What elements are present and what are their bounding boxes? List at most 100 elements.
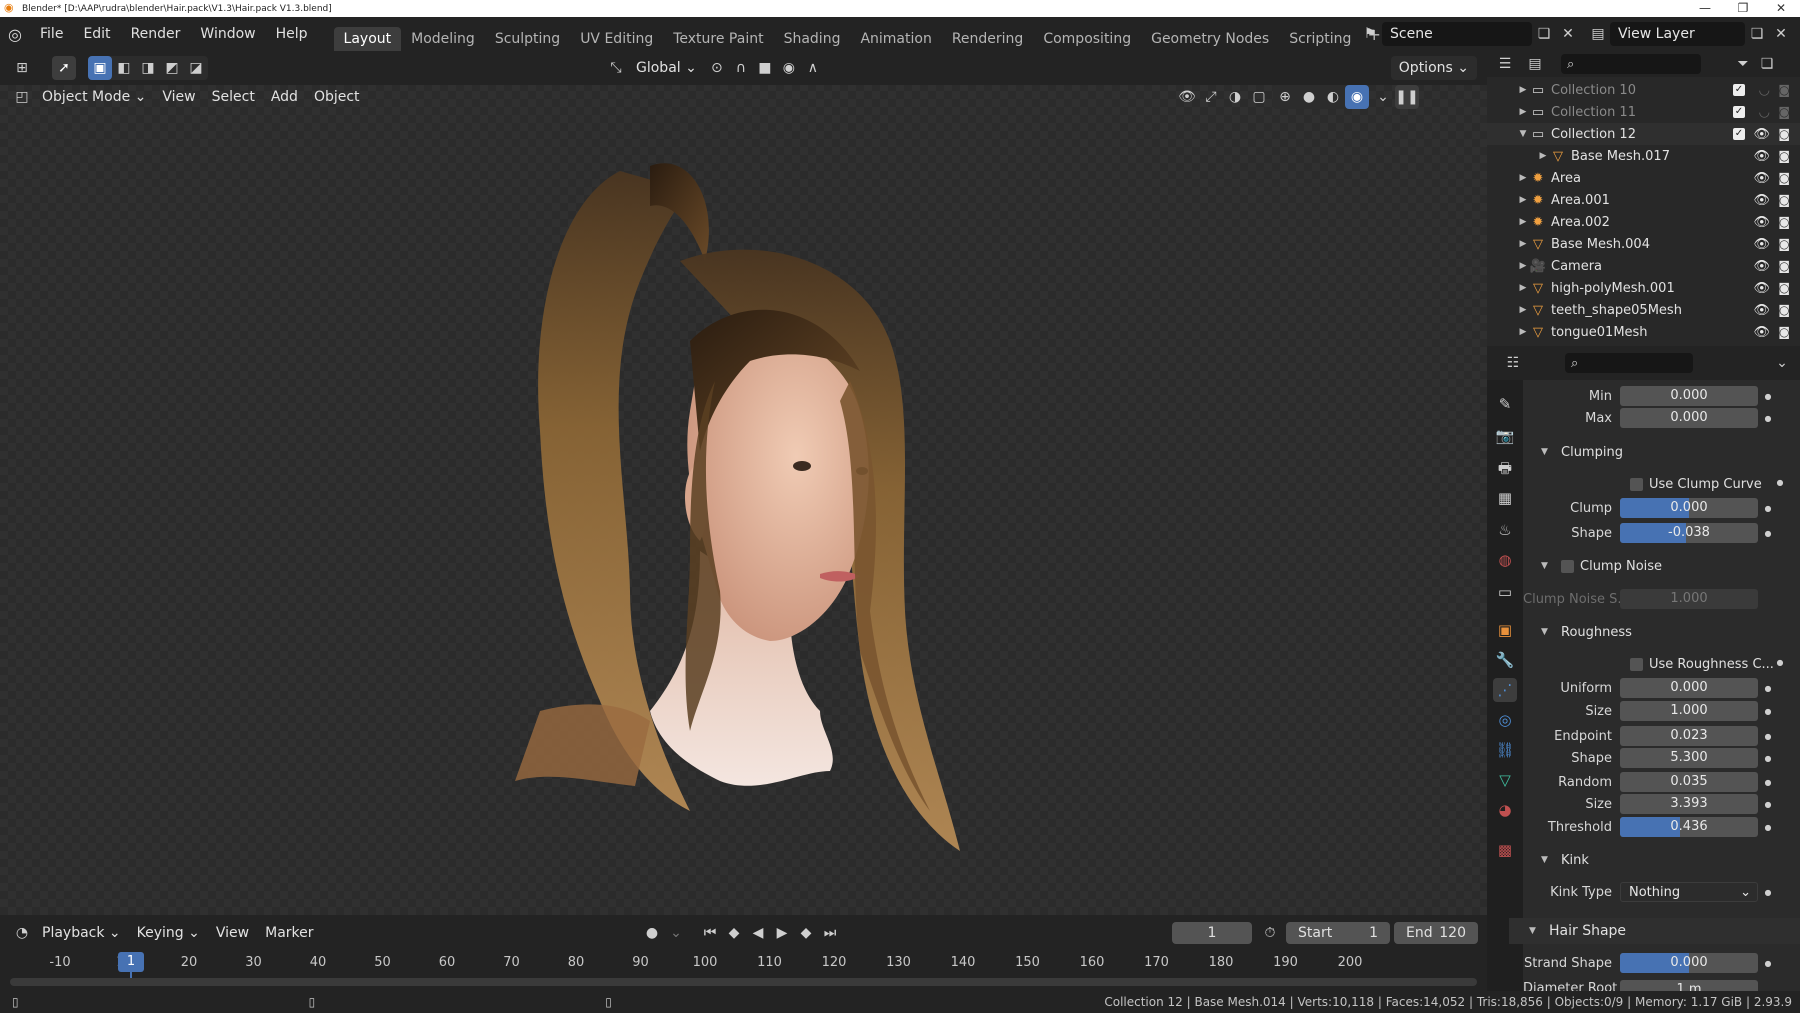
minimize-button[interactable]: — [1686,0,1724,17]
collapse-icon[interactable]: ▼ [1517,129,1529,139]
kink-panel-header[interactable]: ▼ Kink [1523,847,1800,873]
timeline-scrollbar[interactable] [10,978,1477,986]
expand-icon[interactable]: ▶ [1537,151,1549,161]
collection-tab-icon[interactable]: ▭ [1493,580,1517,604]
select-menu[interactable]: Select [204,85,263,109]
select-mode-difference-icon[interactable]: ◩ [160,56,184,80]
options-dropdown[interactable]: Options ⌄ [1390,56,1477,80]
new-view-layer-icon[interactable]: ❏ [1745,22,1769,46]
expand-icon[interactable]: ▶ [1517,283,1529,293]
world-tab-icon[interactable]: ◍ [1493,548,1517,572]
tab-modeling[interactable]: Modeling [401,27,485,51]
keyframe-dot-icon[interactable]: ● [1758,823,1778,832]
menu-help[interactable]: Help [266,26,318,42]
tab-texture-paint[interactable]: Texture Paint [663,27,773,51]
close-window-button[interactable]: ✕ [1762,0,1800,17]
play-reverse-icon[interactable]: ◀ [746,921,770,945]
scene-name-field[interactable]: Scene [1382,22,1532,46]
properties-options-icon[interactable]: ⌄ [1770,351,1794,375]
blender-menu-icon[interactable]: ◎ [0,25,30,44]
select-mode-subtract-icon[interactable]: ◨ [136,56,160,80]
strand-shape-slider[interactable]: 0.000 [1620,953,1758,973]
output-tab-icon[interactable]: 🖶 [1493,456,1517,480]
keyframe-dot-icon[interactable]: ● [1758,778,1778,787]
visibility-eye-icon[interactable]: 👁 [1753,149,1770,164]
transform-orientation-dropdown[interactable]: Global ⌄ [628,56,705,80]
editor-type-icon[interactable]: ⊞ [10,56,34,80]
diameter-root-field[interactable]: 1 m [1620,980,1758,991]
keyframe-dot-icon[interactable]: ● [1770,658,1790,667]
max-field[interactable]: 0.000 [1620,408,1758,428]
texture-tab-icon[interactable]: ▩ [1493,838,1517,862]
visibility-eye-icon[interactable]: 👁 [1753,171,1770,186]
menu-edit[interactable]: Edit [73,26,120,42]
select-mode-intersect-icon[interactable]: ◪ [184,56,208,80]
tab-rendering[interactable]: Rendering [942,27,1034,51]
particles-tab-icon[interactable]: ⋰ [1493,678,1517,702]
start-frame-field[interactable]: Start 1 [1286,922,1390,944]
filter-icon[interactable]: ⏷ [1731,52,1755,76]
constraints-tab-icon[interactable]: ⛓ [1493,738,1517,762]
keyframe-dot-icon[interactable]: ● [1758,529,1778,538]
keyframe-dot-icon[interactable]: ● [1758,684,1778,693]
render-visibility-icon[interactable]: ◙ [1778,149,1790,163]
outliner-item[interactable]: ▶ ▭ Collection 11 ✓ ◡ ◙ [1487,101,1800,123]
min-field[interactable]: 0.000 [1620,386,1758,406]
tab-compositing[interactable]: Compositing [1033,27,1141,51]
view-menu[interactable]: View [154,85,203,109]
tab-scripting[interactable]: Scripting [1279,27,1361,51]
keyframe-dot-icon[interactable]: ● [1758,504,1778,513]
clumping-panel-header[interactable]: ▼ Clumping [1523,439,1800,465]
roughness-size-field[interactable]: 1.000 [1620,701,1758,721]
outliner-item[interactable]: ▶ ▽ teeth_shape05Mesh 👁 ◙ [1487,299,1800,321]
menu-render[interactable]: Render [121,26,191,42]
object-mode-dropdown[interactable]: Object Mode ⌄ [34,85,154,109]
view-layer-field[interactable]: View Layer [1610,22,1745,46]
use-roughness-curve-checkbox[interactable]: Use Roughness C... [1630,653,1774,675]
keying-set-icon[interactable]: ⌄ [664,921,688,945]
render-visibility-icon[interactable]: ◙ [1778,259,1790,273]
render-visibility-icon[interactable]: ◙ [1778,237,1790,251]
object-menu[interactable]: Object [306,85,368,109]
visibility-eye-icon[interactable]: 👁 [1753,237,1770,252]
visibility-eye-icon[interactable]: ◡ [1759,105,1770,120]
transform-orientation-icon[interactable]: ⤡ [604,56,628,80]
end-frame-field[interactable]: End 120 [1394,922,1478,944]
tab-shading[interactable]: Shading [774,27,851,51]
keyframe-dot-icon[interactable]: ● [1758,414,1778,423]
xray-icon[interactable]: ▢ [1247,85,1271,109]
roughness-uniform-field[interactable]: 0.000 [1620,678,1758,698]
playback-menu[interactable]: Playback ⌄ [34,921,129,945]
select-mode-extend-icon[interactable]: ◧ [112,56,136,80]
expand-icon[interactable]: ▶ [1517,173,1529,183]
pause-render-icon[interactable]: ❚❚ [1395,85,1419,109]
clump-shape-slider[interactable]: -0.038 [1620,523,1758,543]
roughness-endpoint-field[interactable]: 0.023 [1620,726,1758,746]
3d-viewport[interactable] [0,51,1487,915]
render-visibility-icon[interactable]: ◙ [1778,193,1790,207]
render-tab-icon[interactable]: 📷 [1493,424,1517,448]
tab-geometry-nodes[interactable]: Geometry Nodes [1141,27,1279,51]
outliner-item[interactable]: ▶ ▽ high-polyMesh.001 👁 ◙ [1487,277,1800,299]
expand-icon[interactable]: ▶ [1517,261,1529,271]
clump-noise-panel-header[interactable]: ▼ Clump Noise [1523,553,1800,579]
outliner-item[interactable]: ▶ ▽ tongue01Mesh 👁 ◙ [1487,321,1800,343]
clump-noise-checkbox[interactable] [1561,559,1574,573]
jump-to-start-icon[interactable]: ⏮ [698,921,722,945]
tab-animation[interactable]: Animation [850,27,941,51]
visibility-eye-icon[interactable]: 👁 [1753,303,1770,318]
expand-icon[interactable]: ▶ [1517,195,1529,205]
visibility-eye-icon[interactable]: 👁 [1753,193,1770,208]
delete-scene-icon[interactable]: ✕ [1556,22,1580,46]
expand-icon[interactable]: ▶ [1517,217,1529,227]
expand-icon[interactable]: ▶ [1517,305,1529,315]
view-layer-browse-icon[interactable]: ▤ [1586,22,1610,46]
keyframe-dot-icon[interactable]: ● [1758,754,1778,763]
keyframe-dot-icon[interactable]: ● [1758,959,1778,968]
clump-slider[interactable]: 0.000 [1620,498,1758,518]
tab-layout[interactable]: Layout [333,27,402,51]
expand-icon[interactable]: ▶ [1517,107,1529,117]
exclude-checkbox[interactable]: ✓ [1733,128,1745,140]
playhead[interactable]: 1 [118,952,144,972]
expand-icon[interactable]: ▶ [1517,85,1529,95]
